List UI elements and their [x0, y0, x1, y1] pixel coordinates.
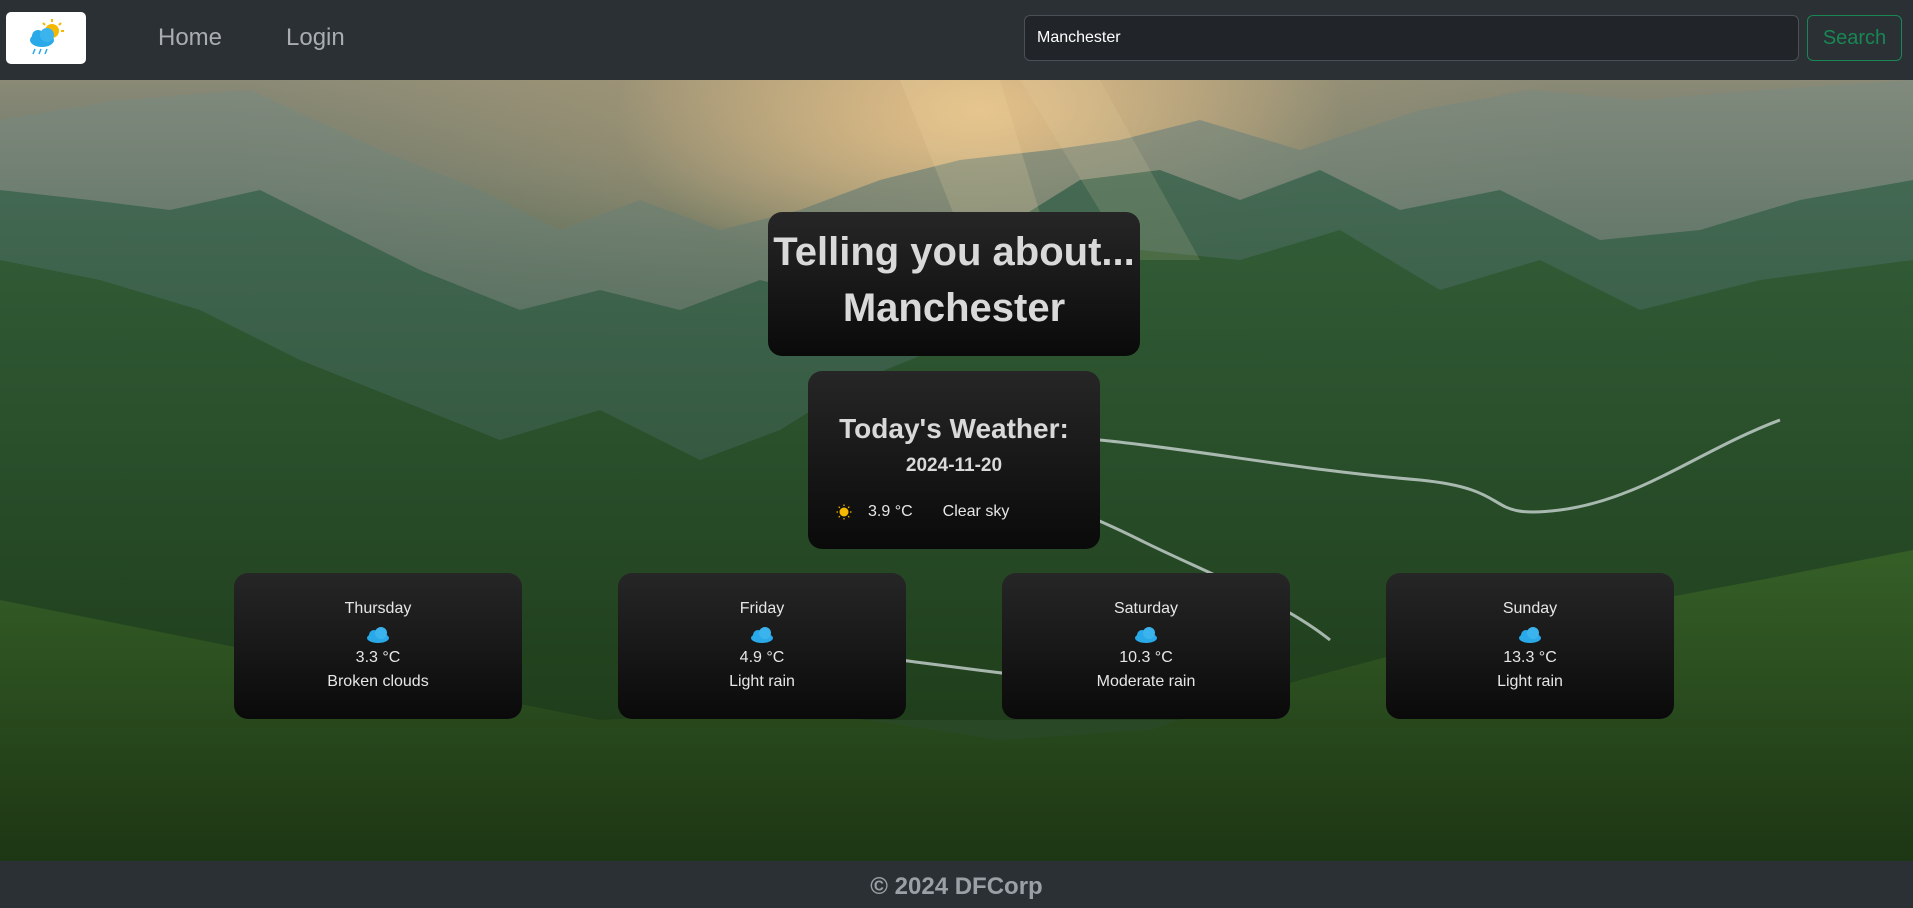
- nav-login-link[interactable]: Login: [286, 24, 345, 52]
- forecast-description: Light rain: [1497, 673, 1563, 690]
- footer: © 2024 DFCorp: [0, 861, 1913, 908]
- forecast-card: Friday 4.9 °C Light rain: [618, 573, 906, 719]
- forecast-card: Sunday 13.3 °C Light rain: [1386, 573, 1674, 719]
- today-temperature: 3.9 °C: [868, 503, 913, 520]
- forecast-description: Light rain: [729, 673, 795, 690]
- forecast-day: Friday: [739, 600, 785, 617]
- nav-home-link[interactable]: Home: [158, 24, 222, 52]
- forecast-temperature: 3.3 °C: [355, 649, 401, 666]
- today-weather-card: Today's Weather: 2024-11-20 3.9 °C Clear…: [808, 371, 1100, 549]
- today-date: 2024-11-20: [905, 455, 1003, 476]
- forecast-day: Saturday: [1113, 600, 1179, 617]
- cloud-icon: [367, 627, 389, 643]
- logo[interactable]: [6, 12, 86, 64]
- cloud-icon: [1135, 627, 1157, 643]
- forecast-card: Saturday 10.3 °C Moderate rain: [1002, 573, 1290, 719]
- location-title-card: Telling you about... Manchester: [768, 212, 1140, 356]
- search-input[interactable]: [1024, 15, 1799, 61]
- forecast-description: Moderate rain: [1096, 673, 1196, 690]
- forecast-day: Sunday: [1502, 600, 1558, 617]
- forecast-description: Broken clouds: [327, 673, 429, 690]
- navbar: Home Login Search: [0, 0, 1913, 80]
- cloud-sun-rain-icon: [30, 19, 64, 55]
- today-heading: Today's Weather:: [839, 413, 1069, 444]
- cloud-icon: [1519, 627, 1541, 643]
- forecast-day: Thursday: [344, 600, 412, 617]
- forecast-card: Thursday 3.3 °C Broken clouds: [234, 573, 522, 719]
- forecast-temperature: 10.3 °C: [1119, 649, 1173, 666]
- footer-copyright: © 2024 DFCorp: [870, 873, 1043, 900]
- today-description: Clear sky: [942, 503, 1010, 520]
- today-conditions: 3.9 °C Clear sky: [836, 501, 1009, 523]
- forecast-temperature: 13.3 °C: [1503, 649, 1557, 666]
- cloud-icon: [751, 627, 773, 643]
- forecast-temperature: 4.9 °C: [739, 649, 785, 666]
- city-name: Manchester: [842, 286, 1066, 330]
- title-intro: Telling you about...: [773, 230, 1135, 274]
- sun-icon: [836, 504, 852, 520]
- search-button[interactable]: Search: [1807, 15, 1902, 61]
